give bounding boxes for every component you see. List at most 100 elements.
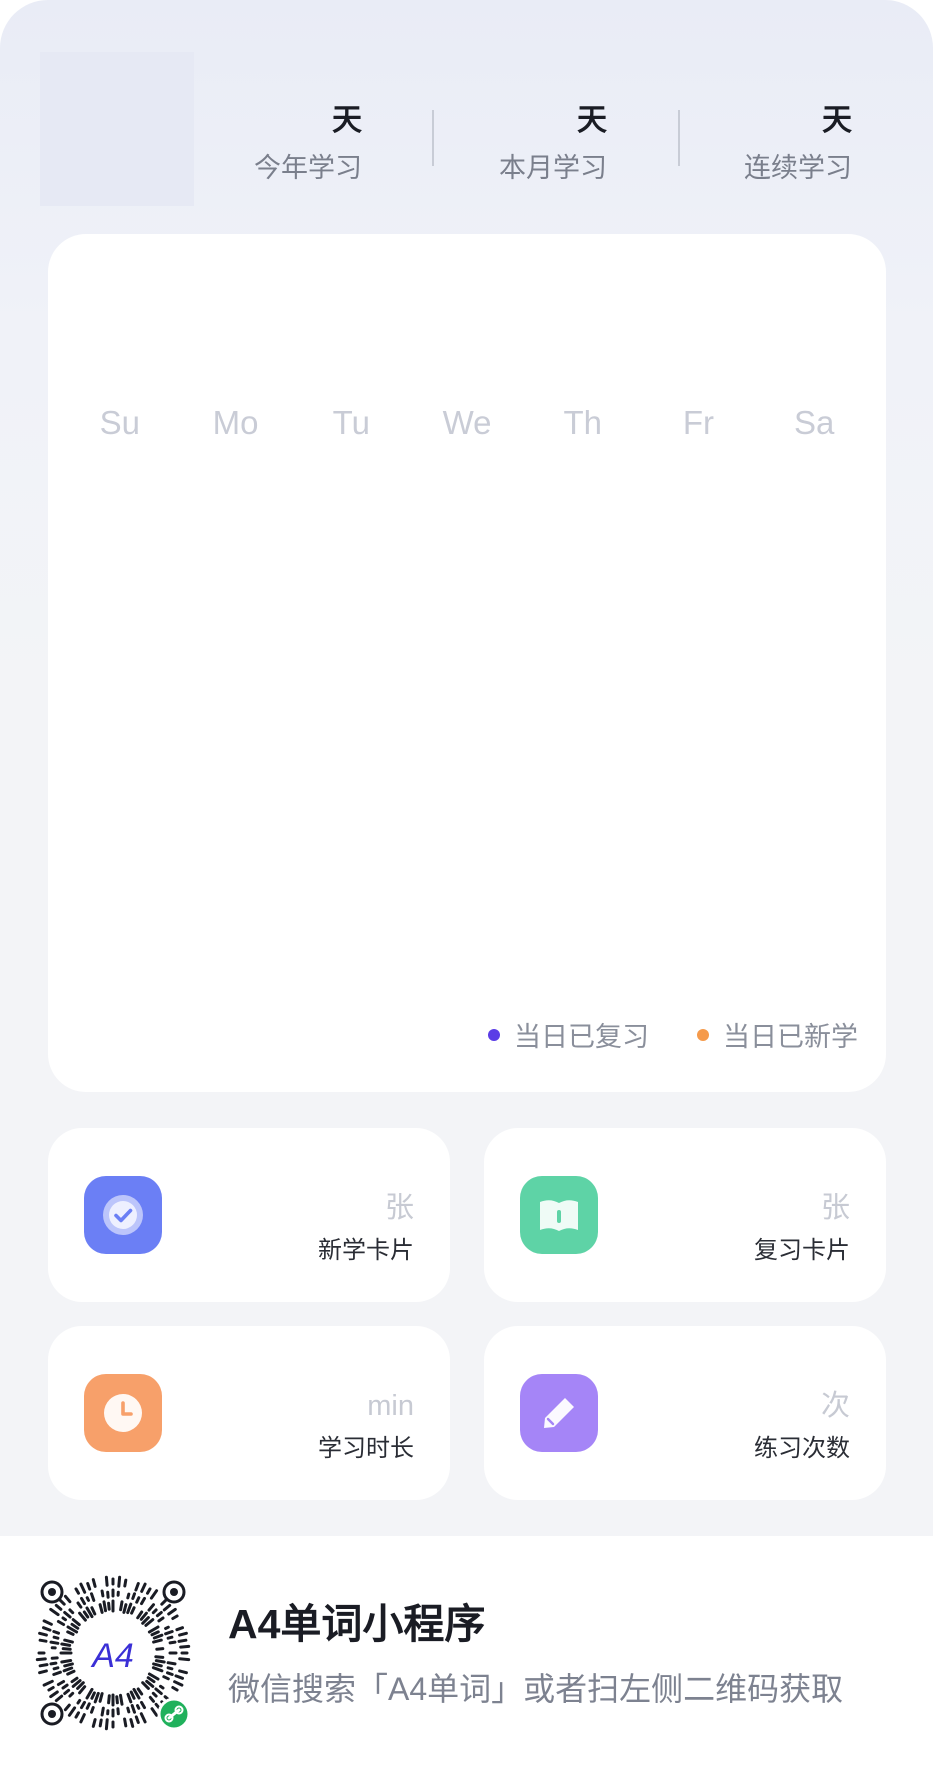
qr-dash [86, 1582, 92, 1591]
qr-dash [42, 1619, 53, 1626]
qr-dash [175, 1626, 184, 1632]
qr-dash [102, 1600, 107, 1613]
card-practice-count[interactable]: 次 练习次数 [484, 1326, 886, 1500]
qr-dash [38, 1663, 49, 1668]
legend-label: 当日已复习 [514, 1022, 649, 1052]
qr-dash [63, 1688, 71, 1695]
footer-subtitle: 微信搜索「A4单词」或者扫左侧二维码获取 [228, 1671, 844, 1707]
qr-dash [76, 1699, 82, 1705]
qr-dash [79, 1713, 86, 1724]
qr-dash [173, 1680, 184, 1687]
qr-dash [152, 1633, 164, 1640]
qr-dash [63, 1611, 72, 1619]
qr-dash [60, 1659, 73, 1664]
qr-dash [52, 1635, 60, 1640]
qr-dash [70, 1622, 80, 1630]
qr-dash [162, 1675, 170, 1681]
qr-dash [42, 1626, 52, 1632]
qr-dash [149, 1589, 159, 1600]
card-study-time[interactable]: min 学习时长 [48, 1326, 450, 1500]
qr-dash [166, 1671, 174, 1676]
qr-dash [90, 1706, 95, 1714]
qr-dash [66, 1630, 75, 1636]
card-unit: 张 [384, 1192, 414, 1224]
qr-dash [157, 1616, 165, 1623]
qr-dash [162, 1603, 172, 1612]
qr-dash [93, 1691, 100, 1704]
stats-panel: 天 今年学习 天 本月学习 天 连续学习 Su Mo Tu We Th Fr S… [0, 0, 933, 1536]
qr-dash [38, 1631, 48, 1637]
qr-dash [35, 1657, 47, 1662]
weekday-tue: Tu [332, 404, 370, 441]
qr-dash [177, 1638, 188, 1643]
qr-dash [100, 1706, 105, 1717]
card-new-cards[interactable]: 张 新学卡片 [48, 1128, 450, 1302]
qr-dash [90, 1606, 97, 1616]
legend-reviewed: 当日已复习 [488, 1015, 649, 1054]
qr-dash [164, 1625, 170, 1630]
qr-dash [147, 1603, 155, 1612]
qr-dash [91, 1578, 97, 1588]
qr-dash [155, 1647, 165, 1651]
qr-dash [130, 1704, 136, 1714]
qr-dash [135, 1596, 141, 1604]
qr-dash [63, 1662, 74, 1668]
weekday-wed: We [442, 404, 492, 441]
qr-dash [79, 1582, 87, 1594]
qr-dash [140, 1596, 146, 1606]
qr-dash [140, 1582, 147, 1593]
qr-dash [178, 1657, 191, 1662]
qr-dash [52, 1670, 62, 1676]
qr-dash [61, 1647, 72, 1651]
qr-dash [98, 1718, 103, 1728]
qr-dash [61, 1616, 67, 1622]
qr-dash [122, 1603, 128, 1614]
book-icon [520, 1176, 598, 1254]
stat-unit: 天 [332, 104, 362, 137]
qr-dash [119, 1693, 124, 1706]
stat-unit: 天 [822, 104, 852, 137]
qr-dash [61, 1683, 69, 1690]
qr-dash [148, 1695, 155, 1703]
qr-dash [52, 1630, 60, 1635]
qr-dash [71, 1618, 81, 1627]
qr-dash [166, 1666, 174, 1671]
mini-program-qr-code[interactable]: A4 [30, 1570, 196, 1736]
qr-dash [63, 1594, 72, 1604]
qr-dash [126, 1592, 131, 1600]
qr-dash [136, 1610, 144, 1620]
card-review-cards[interactable]: 张 复习卡片 [484, 1128, 886, 1302]
legend-dot-reviewed [488, 1028, 500, 1041]
stat-label: 连续学习 [744, 153, 852, 183]
weekday-sun: Su [99, 404, 141, 441]
page: 天 今年学习 天 本月学习 天 连续学习 Su Mo Tu We Th Fr S… [0, 0, 933, 1767]
qr-dash [140, 1700, 146, 1710]
footer-promo: A4 A4单词小程序 微信搜索「A4单词」或者扫左侧二维码获取 [0, 1536, 933, 1767]
qr-dash [174, 1674, 184, 1680]
weekday-header: Su Mo Tu We Th Fr Sa [62, 398, 872, 448]
qr-dash [150, 1707, 159, 1717]
stat-label: 今年学习 [254, 153, 362, 183]
qr-dash [49, 1661, 58, 1666]
weekday-sat: Sa [793, 404, 835, 441]
qr-dash [179, 1644, 191, 1649]
qr-dash [119, 1600, 124, 1612]
qr-dash [171, 1686, 179, 1692]
qr-dash [126, 1692, 133, 1704]
qr-dash [74, 1587, 80, 1595]
stat-label: 本月学习 [499, 153, 607, 183]
qr-dash [117, 1575, 122, 1588]
qr-dash [139, 1712, 147, 1724]
qr-dash [123, 1578, 128, 1588]
qr-dash [159, 1684, 165, 1690]
qr-dash [85, 1702, 91, 1710]
qr-dash [82, 1610, 90, 1619]
clock-icon [84, 1374, 162, 1452]
card-unit: 次 [820, 1390, 850, 1422]
qr-dash [151, 1608, 158, 1615]
qr-dash [60, 1642, 72, 1647]
calendar-legend: 当日已复习 当日已新学 [440, 1015, 858, 1054]
qr-dash [154, 1687, 163, 1695]
stat-streak: 天 连续学习 [722, 96, 852, 188]
check-circle-icon [84, 1176, 162, 1254]
